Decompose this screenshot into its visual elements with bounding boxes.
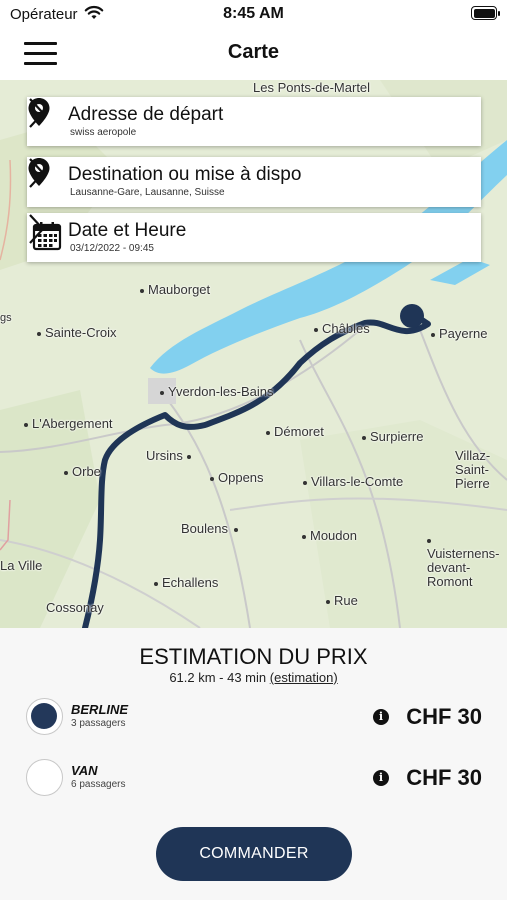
datetime-value: 03/12/2022 - 09:45 (70, 243, 154, 254)
map-place-label: L'Abergement (24, 416, 113, 431)
map-place-label: gs (0, 312, 12, 324)
map-place-label: Démoret (266, 424, 324, 439)
map-place-label: Villaz-Saint-Pierre (455, 448, 491, 491)
status-bar: Opérateur 8:45 AM (0, 0, 507, 28)
destination-value: Lausanne-Gare, Lausanne, Suisse (70, 187, 225, 198)
vehicle-price: CHF 30 (406, 704, 482, 729)
vehicle-price: CHF 30 (406, 765, 482, 790)
datetime-title: Date et Heure (68, 220, 187, 241)
map-place-label: Moudon (302, 528, 357, 543)
map-place-label: Vuisternens-devant-Romont (427, 533, 507, 589)
map-place-label: Payerne (431, 326, 487, 341)
route-map[interactable]: Les Ponts-de-Martel Mauborget Sainte-Cro… (0, 80, 507, 628)
distance-duration: 61.2 km - 43 min (169, 670, 267, 685)
vehicle-option-berline[interactable]: BERLINE 3 passagers i CHF 30 (26, 698, 482, 738)
chevron-right-icon (29, 214, 45, 244)
map-place-label: Mauborget (140, 282, 210, 297)
map-place-label: Surpierre (362, 429, 423, 444)
map-place-label: Orbe (64, 464, 101, 479)
datetime-card[interactable]: Date et Heure 03/12/2022 - 09:45 (27, 213, 481, 262)
map-place-label: Boulens (181, 521, 242, 536)
battery-icon (471, 6, 500, 20)
vehicle-name: BERLINE (71, 702, 129, 717)
destination-title: Destination ou mise à dispo (68, 164, 302, 185)
map-place-label: Cossonay (46, 600, 104, 615)
map-place-label: Oppens (210, 470, 264, 485)
map-place-label: Châbles (314, 321, 370, 336)
radio-button-selected[interactable] (26, 698, 63, 735)
map-place-label: Ursins (146, 448, 195, 463)
map-place-label: Yverdon-les-Bains (160, 384, 274, 399)
price-estimate-panel: ESTIMATION DU PRIX 61.2 km - 43 min (est… (0, 628, 507, 900)
page-title: Carte (227, 41, 280, 63)
destination-card[interactable]: Destination ou mise à dispo Lausanne-Gar… (27, 157, 481, 207)
vehicle-capacity: 6 passagers (71, 779, 126, 790)
estimate-summary: 61.2 km - 43 min (estimation) (0, 670, 507, 685)
departure-card[interactable]: Adresse de départ swiss aeropole (27, 97, 481, 146)
map-place-label: Rue (326, 593, 358, 608)
map-place-label: Les Ponts-de-Martel (253, 80, 371, 95)
map-place-label: Villars-le-Comte (303, 474, 403, 489)
map-place-label: Sainte-Croix (37, 325, 117, 340)
estimate-title: ESTIMATION DU PRIX (139, 644, 368, 669)
status-time: 8:45 AM (223, 5, 284, 22)
chevron-right-icon (29, 98, 45, 128)
order-button[interactable]: COMMANDER (156, 827, 352, 881)
vehicle-name: VAN (71, 763, 98, 778)
map-place-label: La Ville (0, 558, 43, 573)
info-icon[interactable]: i (373, 770, 389, 786)
estimation-link[interactable]: (estimation) (270, 670, 338, 685)
vehicle-capacity: 3 passagers (71, 718, 126, 729)
departure-value: swiss aeropole (70, 127, 137, 138)
vehicle-option-van[interactable]: VAN 6 passagers i CHF 30 (26, 759, 482, 799)
chevron-right-icon (29, 158, 45, 188)
hamburger-menu-icon[interactable] (24, 40, 58, 68)
info-icon[interactable]: i (373, 709, 389, 725)
nav-bar: Carte (0, 28, 507, 80)
map-place-label: Echallens (154, 575, 218, 590)
departure-title: Adresse de départ (68, 104, 224, 125)
radio-button[interactable] (26, 759, 63, 796)
